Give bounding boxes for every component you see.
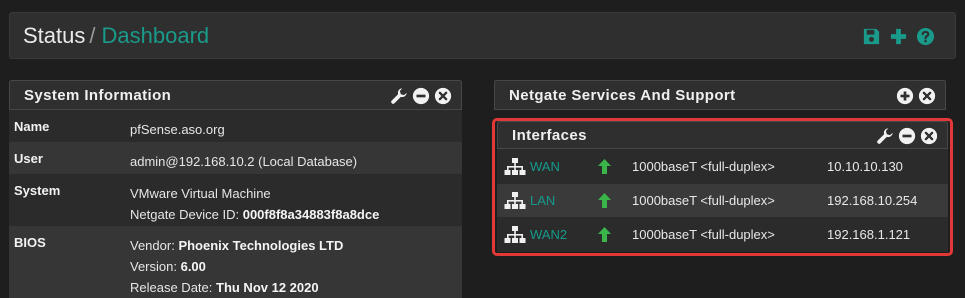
panel-header: Interfaces (497, 121, 948, 149)
panel-tools (896, 87, 936, 105)
hostname-value: pfSense.aso.org (130, 122, 225, 137)
sysinfo-row-user: User admin@192.168.10.2 (Local Database) (9, 142, 462, 174)
sysinfo-value: Vendor: Phoenix Technologies LTD Version… (130, 235, 343, 298)
arrow-up-icon (598, 193, 611, 208)
device-id-value: 000f8f8a34883f8a8dce (242, 207, 380, 222)
expand-icon[interactable] (896, 87, 914, 105)
help-icon[interactable] (916, 27, 935, 46)
panel-tools (876, 127, 938, 145)
sysinfo-key: System (14, 183, 61, 198)
close-icon[interactable] (434, 87, 452, 105)
interface-address: 192.168.10.254 (827, 193, 918, 208)
sysinfo-value: admin@192.168.10.2 (Local Database) (130, 151, 357, 172)
panel-title: Interfaces (512, 127, 587, 144)
bios-release-label: Release Date: (130, 280, 216, 295)
breadcrumb-separator: / (89, 23, 96, 48)
interfaces-panel: Interfaces WAN 1000baseT <full-duplex> 1… (497, 121, 948, 252)
interface-row: WAN2 1000baseT <full-duplex> 192.168.1.1… (497, 218, 948, 251)
minimize-icon[interactable] (412, 87, 430, 105)
sysinfo-value: pfSense.aso.org (130, 119, 225, 140)
bios-version-value: 6.00 (180, 259, 206, 274)
close-icon[interactable] (920, 127, 938, 145)
bios-version-line: Version: 6.00 (130, 256, 343, 277)
save-icon[interactable] (862, 27, 881, 46)
arrow-up-icon (598, 159, 611, 174)
interface-media: 1000baseT <full-duplex> (632, 159, 775, 174)
panel-header: Netgate Services And Support (494, 80, 946, 110)
header-actions (862, 27, 935, 46)
device-id-line: Netgate Device ID: 000f8f8a34883f8a8dce (130, 204, 379, 225)
interface-media: 1000baseT <full-duplex> (632, 193, 775, 208)
interface-address: 10.10.10.130 (827, 159, 903, 174)
arrow-up-icon (598, 227, 611, 242)
panel-title: Netgate Services And Support (509, 87, 736, 104)
panel-header: System Information (9, 80, 462, 110)
interface-name-link[interactable]: WAN2 (530, 227, 567, 242)
sysinfo-key: BIOS (14, 235, 46, 250)
network-icon (504, 226, 526, 243)
page-header: Status / Dashboard (9, 12, 956, 59)
plus-icon[interactable] (889, 27, 908, 46)
user-value: admin@192.168.10.2 (Local Database) (130, 154, 358, 169)
interface-name-link[interactable]: WAN (530, 159, 560, 174)
netgate-services-panel: Netgate Services And Support (494, 80, 946, 110)
minimize-icon[interactable] (898, 127, 916, 145)
interface-row: LAN 1000baseT <full-duplex> 192.168.10.2… (497, 184, 948, 217)
sysinfo-key: User (14, 151, 43, 166)
network-icon (504, 158, 526, 175)
sysinfo-value: VMware Virtual Machine Netgate Device ID… (130, 183, 379, 225)
sysinfo-row-name: Name pfSense.aso.org (9, 110, 462, 142)
breadcrumb: Status / Dashboard (23, 23, 209, 49)
wrench-icon[interactable] (876, 127, 894, 145)
panel-title: System Information (24, 87, 172, 104)
network-icon (504, 192, 526, 209)
interface-media: 1000baseT <full-duplex> (632, 227, 775, 242)
bios-vendor-value: Phoenix Technologies LTD (178, 238, 344, 253)
bios-version-label: Version: (130, 259, 181, 274)
interface-address: 192.168.1.121 (827, 227, 911, 242)
close-icon[interactable] (918, 87, 936, 105)
interface-name-link[interactable]: LAN (530, 193, 555, 208)
bios-release-line: Release Date: Thu Nov 12 2020 (130, 277, 343, 298)
interface-row: WAN 1000baseT <full-duplex> 10.10.10.130 (497, 150, 948, 183)
sysinfo-row-system: System VMware Virtual Machine Netgate De… (9, 174, 462, 226)
bios-vendor-label: Vendor: (130, 238, 179, 253)
panel-tools (390, 87, 452, 105)
bios-vendor-line: Vendor: Phoenix Technologies LTD (130, 235, 343, 256)
breadcrumb-current[interactable]: Dashboard (102, 23, 210, 48)
bios-release-value: Thu Nov 12 2020 (216, 280, 319, 295)
system-information-panel: System Information Name pfSense.aso.org … (9, 80, 462, 298)
system-model-value: VMware Virtual Machine (130, 186, 271, 201)
wrench-icon[interactable] (390, 87, 408, 105)
sysinfo-key: Name (14, 119, 50, 134)
sysinfo-row-bios: BIOS Vendor: Phoenix Technologies LTD Ve… (9, 226, 462, 298)
breadcrumb-root[interactable]: Status (23, 23, 85, 48)
device-id-label: Netgate Device ID: (130, 207, 243, 222)
